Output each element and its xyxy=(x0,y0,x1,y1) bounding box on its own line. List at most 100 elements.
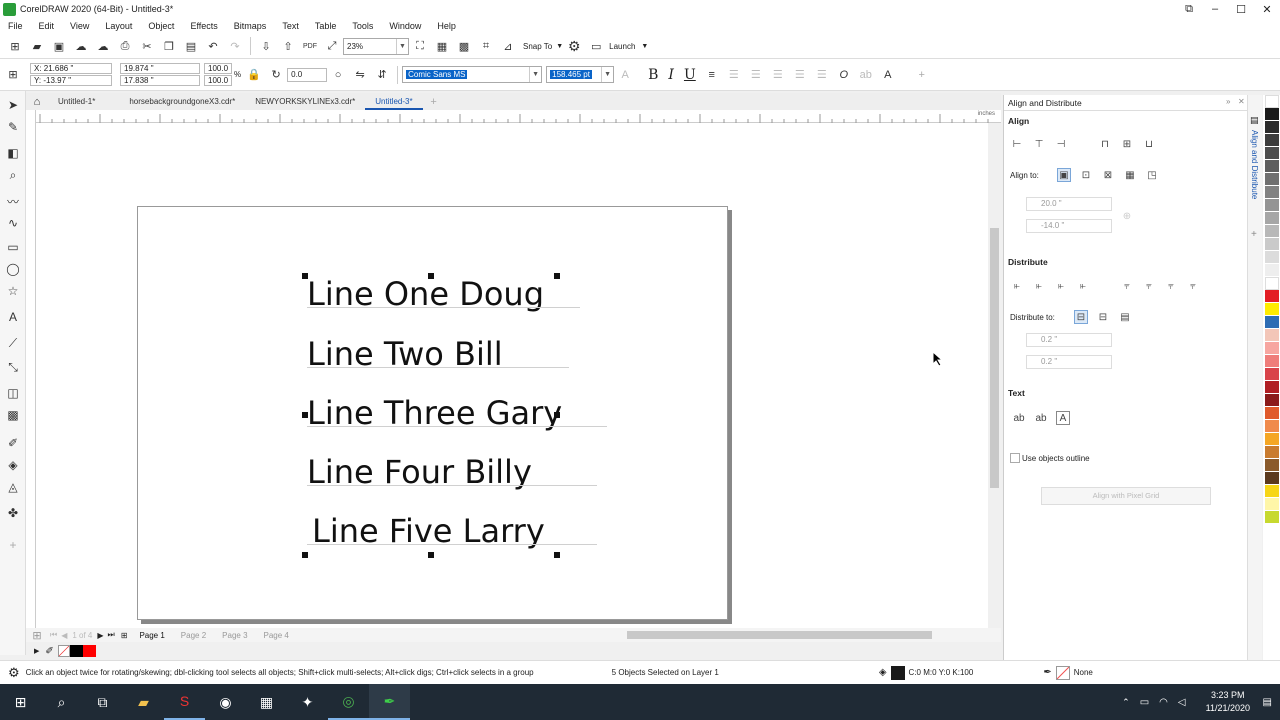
palette-swatch[interactable] xyxy=(1265,316,1279,329)
distribute-spacing-icon[interactable]: ⫦ xyxy=(1054,279,1068,293)
palette-swatch[interactable] xyxy=(1265,394,1279,407)
freehand-tool-icon[interactable]: 〰 xyxy=(5,193,21,209)
add-docker-icon[interactable]: + xyxy=(1251,229,1257,240)
palette-swatch[interactable] xyxy=(1265,160,1279,173)
eyedropper-icon[interactable]: ✐ xyxy=(45,646,53,657)
drop-shadow-icon[interactable]: ◫ xyxy=(5,385,21,401)
last-page-icon[interactable]: ⏭ xyxy=(108,630,115,640)
fan-app-icon[interactable]: ✦ xyxy=(287,684,328,720)
corel-app-icon[interactable]: S xyxy=(164,684,205,720)
new-document-icon[interactable]: ⊞ xyxy=(6,37,24,55)
selection-handle-tr[interactable] xyxy=(554,273,560,279)
menu-layout[interactable]: Layout xyxy=(97,21,140,31)
red-swatch[interactable] xyxy=(82,645,96,657)
italic-button[interactable]: I xyxy=(668,67,674,83)
scale-width-field[interactable]: 100.0 xyxy=(204,63,232,74)
cloud-download-icon[interactable]: ☁ xyxy=(94,37,112,55)
h-spacing-field[interactable]: 0.2 " xyxy=(1026,333,1112,347)
cloud-upload-icon[interactable]: ☁ xyxy=(72,37,90,55)
scale-height-field[interactable]: 100.0 xyxy=(204,75,232,86)
edit-text-icon[interactable]: ab xyxy=(857,66,875,84)
settings-gear-icon[interactable]: ⚙ xyxy=(8,665,20,681)
palette-swatch[interactable] xyxy=(1265,433,1279,446)
distribute-right-icon[interactable]: ⫦ xyxy=(1076,279,1090,293)
horizontal-scrollbar[interactable] xyxy=(520,629,990,641)
chevron-down-icon[interactable]: ▼ xyxy=(556,43,563,50)
tab-untitled-3[interactable]: Untitled-3* xyxy=(365,93,423,110)
snap-icon[interactable]: ⊿ xyxy=(499,37,517,55)
align-right-icon[interactable]: ⊣ xyxy=(1054,137,1068,151)
palette-swatch[interactable] xyxy=(1265,459,1279,472)
shape-tool-icon[interactable]: ✎ xyxy=(5,119,21,135)
drawing-page[interactable]: Line One Doug Line Two Bill Line Three G… xyxy=(137,206,728,620)
palette-swatch[interactable] xyxy=(1265,251,1279,264)
palette-swatch[interactable] xyxy=(1265,186,1279,199)
grid-icon[interactable]: ▩ xyxy=(455,37,473,55)
align-center-vertical-icon[interactable]: ⊞ xyxy=(1120,137,1134,151)
clock[interactable]: 3:23 PM 11/21/2020 xyxy=(1206,689,1250,715)
point-picker-icon[interactable]: ⊕ xyxy=(1120,209,1134,223)
menu-edit[interactable]: Edit xyxy=(31,21,63,31)
distribute-vspacing-icon[interactable]: ⫧ xyxy=(1164,279,1178,293)
palette-swatch[interactable] xyxy=(1265,199,1279,212)
bounding-box-icon[interactable]: A xyxy=(1056,411,1070,425)
lock-ratio-icon[interactable]: 🔒 xyxy=(245,66,263,84)
height-field[interactable]: 17.838 " xyxy=(120,75,200,86)
task-view-icon[interactable]: ⧉ xyxy=(82,684,123,720)
palette-swatch[interactable] xyxy=(1265,368,1279,381)
black-swatch[interactable] xyxy=(69,645,83,657)
open-folder-icon[interactable]: ▰ xyxy=(28,37,46,55)
width-field[interactable]: 19.874 " xyxy=(120,63,200,74)
palette-swatch[interactable] xyxy=(1265,446,1279,459)
interactive-fill-icon[interactable]: ◈ xyxy=(5,457,21,473)
align-pixel-grid-button[interactable]: Align with Pixel Grid xyxy=(1041,487,1211,505)
page-edge-icon[interactable]: ⊡ xyxy=(1079,168,1093,182)
selection-handle-mr[interactable] xyxy=(554,412,560,418)
palette-swatch[interactable] xyxy=(1265,472,1279,485)
launch-button[interactable]: Launch xyxy=(609,42,635,51)
text-scale-icon[interactable]: A xyxy=(616,66,634,84)
text-tool-icon[interactable]: A xyxy=(5,309,21,325)
add-page-icon[interactable]: ⊞ xyxy=(121,631,128,640)
distribute-top-icon[interactable]: ⫧ xyxy=(1120,279,1134,293)
guidelines-icon[interactable]: ⌗ xyxy=(477,37,495,55)
menu-window[interactable]: Window xyxy=(381,21,429,31)
outline-swatch[interactable] xyxy=(1055,665,1070,680)
distribute-left-icon[interactable]: ⫦ xyxy=(1010,279,1024,293)
palette-swatch[interactable] xyxy=(1265,264,1279,277)
chevron-down-icon[interactable]: ▼ xyxy=(641,43,648,50)
docker-tab-icon[interactable]: ▤ xyxy=(1250,115,1259,126)
tab-horsebackground[interactable]: horsebackgroundgoneX3.cdr* xyxy=(119,93,245,110)
side-tab-align-distribute[interactable]: Align and Distribute xyxy=(1250,130,1259,199)
home-icon[interactable]: ⌂ xyxy=(28,93,46,111)
palette-swatch[interactable] xyxy=(1265,173,1279,186)
palette-swatch[interactable] xyxy=(1265,108,1279,121)
palette-swatch[interactable] xyxy=(1265,303,1279,316)
palette-swatch[interactable] xyxy=(1265,485,1279,498)
distribute-bottom-icon[interactable]: ⫧ xyxy=(1186,279,1200,293)
next-page-icon[interactable]: ▶ xyxy=(97,631,103,640)
palette-swatch[interactable] xyxy=(1265,420,1279,433)
publish-icon[interactable]: ⤢ xyxy=(323,37,341,55)
page-extent-icon[interactable]: ⊟ xyxy=(1096,310,1110,324)
first-baseline-icon[interactable]: ab xyxy=(1012,411,1026,425)
selection-handle-br[interactable] xyxy=(554,552,560,558)
palette-swatch[interactable] xyxy=(1265,147,1279,160)
grid-align-icon[interactable]: ▦ xyxy=(1123,168,1137,182)
palette-swatch[interactable] xyxy=(1265,121,1279,134)
vertical-scrollbar[interactable] xyxy=(988,123,1001,628)
wifi-icon[interactable]: ◠ xyxy=(1159,697,1168,708)
cut-icon[interactable]: ✂ xyxy=(138,37,156,55)
bold-button[interactable]: B xyxy=(648,67,658,83)
palette-swatch[interactable] xyxy=(1265,407,1279,420)
prev-page-icon[interactable]: ◀ xyxy=(61,631,67,640)
align-center-horizontal-icon[interactable]: ⊤ xyxy=(1032,137,1046,151)
columns-icon[interactable]: ☰ xyxy=(791,66,809,84)
spacing-icon[interactable]: ▤ xyxy=(1118,310,1132,324)
text-alignment-icon[interactable]: ≡ xyxy=(703,66,721,84)
v-spacing-field[interactable]: 0.2 " xyxy=(1026,355,1112,369)
add-tool-icon[interactable]: + xyxy=(5,537,21,553)
menu-help[interactable]: Help xyxy=(429,21,464,31)
rectangle-tool-icon[interactable]: ▭ xyxy=(5,239,21,255)
restore-icon[interactable]: ⧉ xyxy=(1176,3,1202,16)
